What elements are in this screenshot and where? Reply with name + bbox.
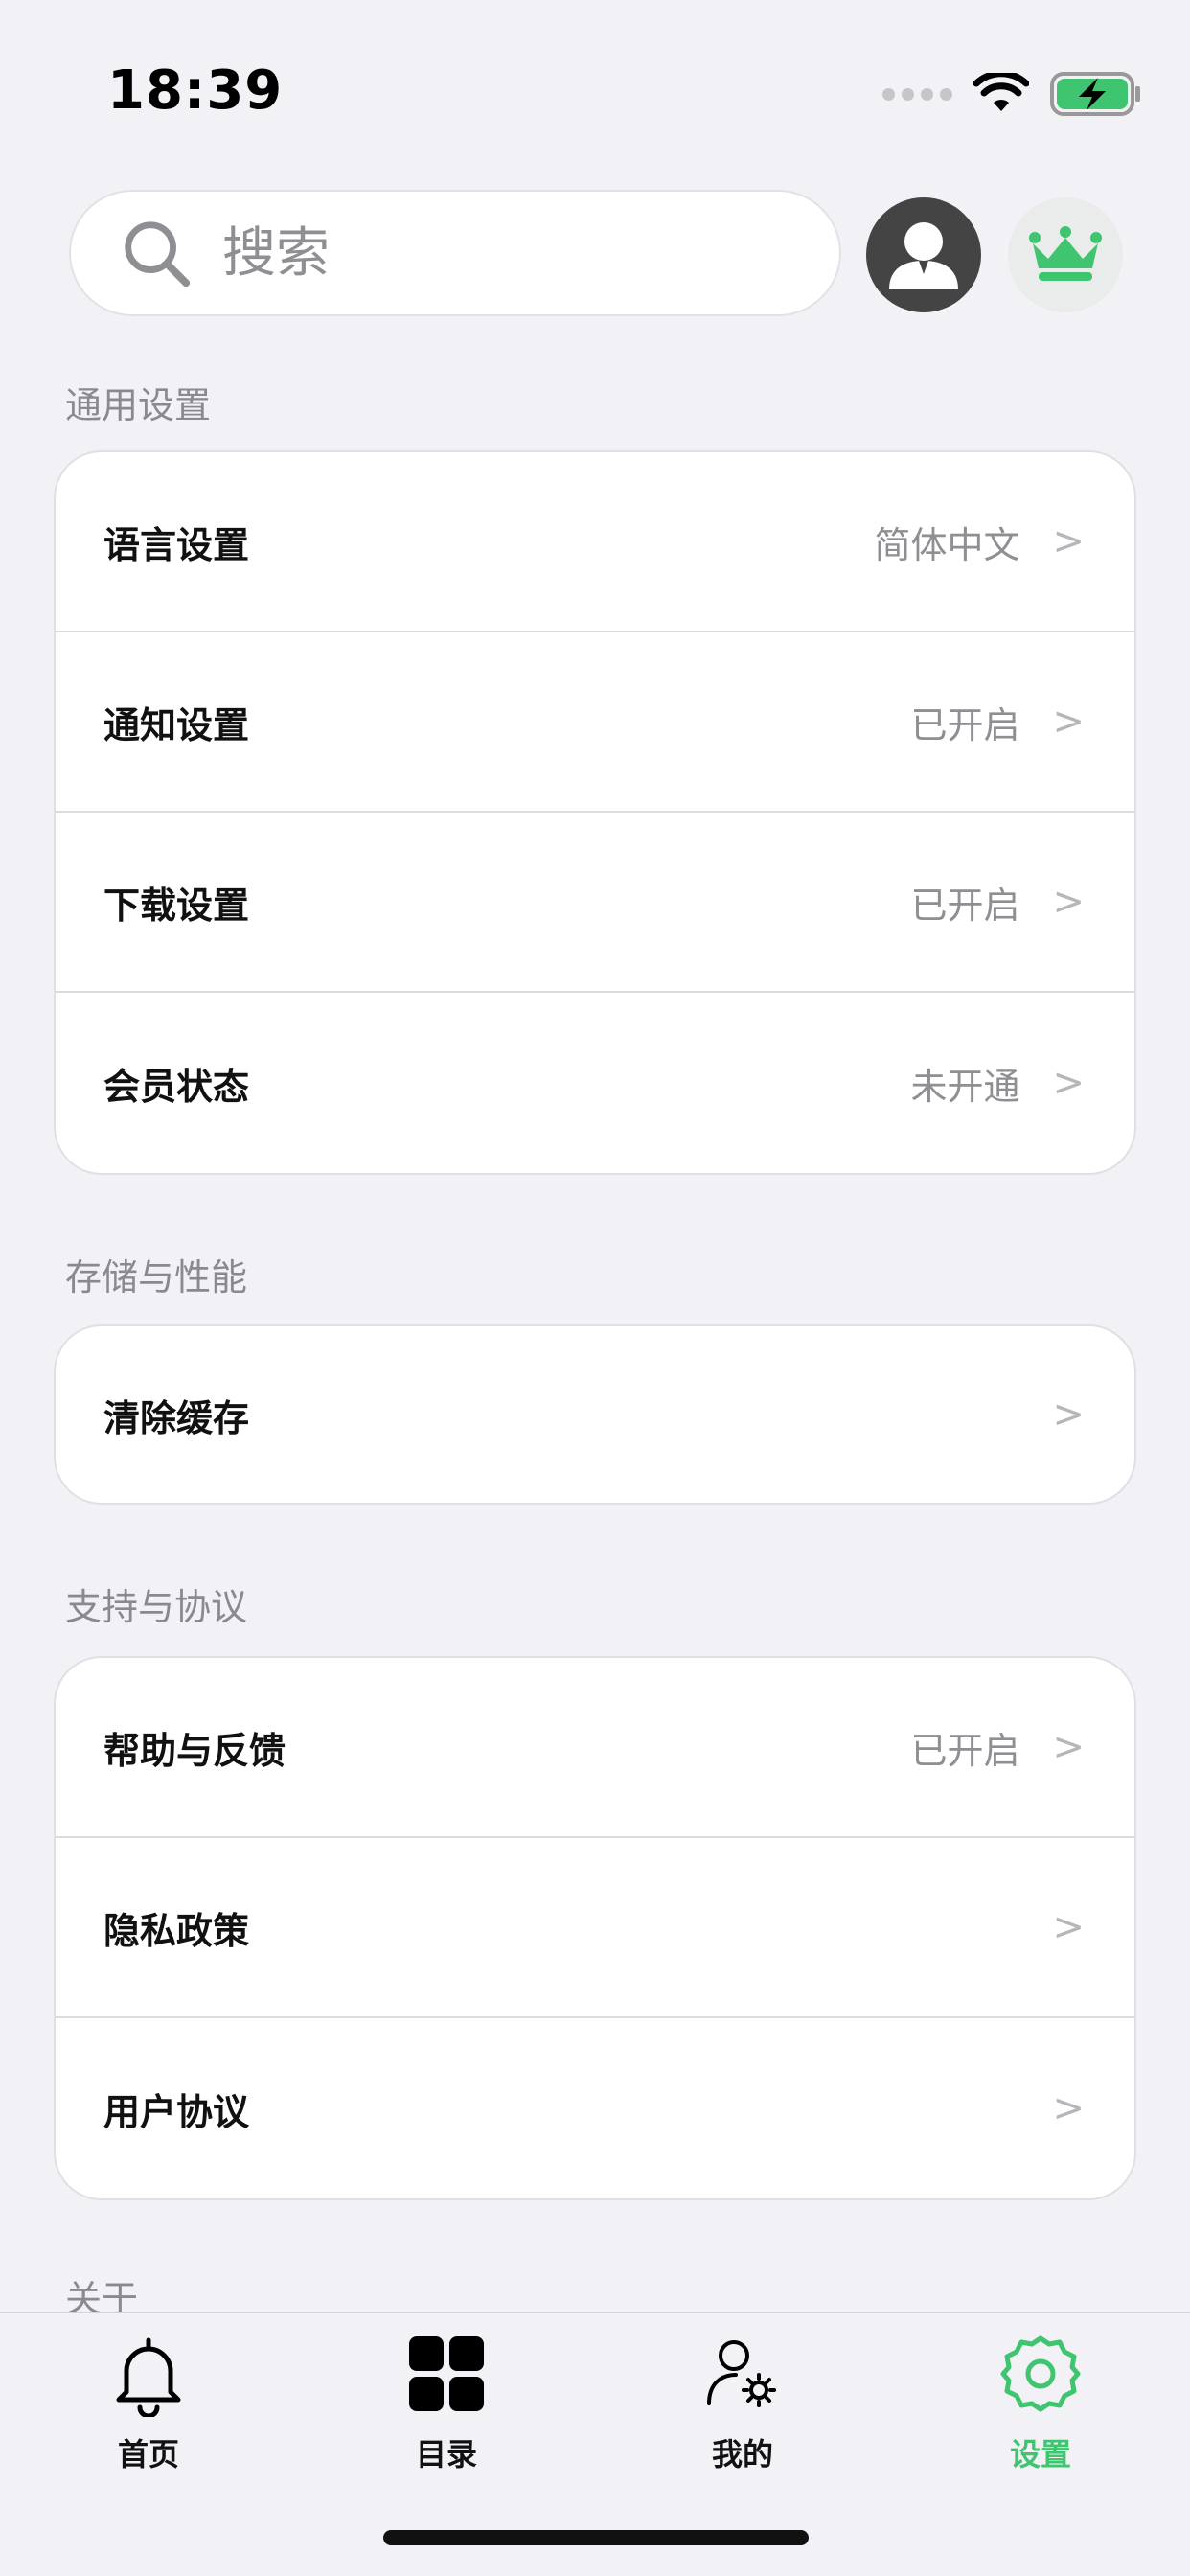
crown-icon bbox=[1029, 226, 1102, 281]
setting-label: 下载设置 bbox=[103, 884, 250, 927]
setting-value: 已开启 bbox=[910, 1729, 1020, 1772]
setting-label: 清除缓存 bbox=[103, 1396, 250, 1439]
settings-card-storage: 清除缓存 > bbox=[54, 1324, 1136, 1505]
vip-crown-button[interactable] bbox=[1008, 197, 1123, 312]
tab-label: 目录 bbox=[415, 2436, 477, 2472]
section-title-support: 支持与协议 bbox=[65, 1586, 248, 1628]
tab-settings[interactable]: 设置 bbox=[935, 2331, 1146, 2503]
setting-row-help-feedback[interactable]: 帮助与反馈 已开启 > bbox=[56, 1658, 1134, 1838]
setting-value: 未开通 bbox=[910, 1065, 1020, 1108]
setting-row-notifications[interactable]: 通知设置 已开启 > bbox=[56, 632, 1134, 813]
setting-row-language[interactable]: 语言设置 简体中文 > bbox=[56, 452, 1134, 632]
bell-icon bbox=[116, 2337, 181, 2417]
chevron-right-icon: > bbox=[1052, 519, 1085, 564]
home-indicator[interactable] bbox=[383, 2530, 809, 2545]
chevron-right-icon: > bbox=[1052, 880, 1085, 924]
wifi-icon bbox=[973, 73, 1029, 111]
chevron-right-icon: > bbox=[1052, 2086, 1085, 2130]
user-avatar-icon bbox=[889, 222, 958, 289]
battery-charging-icon bbox=[1050, 72, 1140, 116]
search-bar[interactable] bbox=[69, 190, 841, 316]
cellular-signal-icon bbox=[882, 87, 952, 101]
chevron-right-icon: > bbox=[1052, 1905, 1085, 1949]
setting-row-membership[interactable]: 会员状态 未开通 > bbox=[56, 993, 1134, 1173]
avatar-button[interactable] bbox=[866, 197, 981, 312]
chevron-right-icon: > bbox=[1052, 1061, 1085, 1105]
settings-card-support: 帮助与反馈 已开启 > 隐私政策 > 用户协议 > bbox=[54, 1656, 1136, 2200]
status-icons bbox=[882, 67, 1142, 121]
tab-mine[interactable]: 我的 bbox=[637, 2331, 848, 2503]
tab-catalog[interactable]: 目录 bbox=[341, 2331, 552, 2503]
setting-label: 用户协议 bbox=[103, 2090, 250, 2133]
setting-label: 通知设置 bbox=[103, 703, 250, 747]
setting-label: 语言设置 bbox=[103, 523, 250, 566]
setting-value: 已开启 bbox=[910, 703, 1020, 747]
grid-icon bbox=[409, 2336, 484, 2411]
setting-label: 帮助与反馈 bbox=[103, 1729, 286, 1772]
setting-label: 隐私政策 bbox=[103, 1909, 250, 1952]
setting-row-privacy-policy[interactable]: 隐私政策 > bbox=[56, 1838, 1134, 2018]
section-title-storage: 存储与性能 bbox=[65, 1256, 248, 1299]
gear-icon bbox=[1000, 2335, 1081, 2412]
setting-row-user-agreement[interactable]: 用户协议 > bbox=[56, 2018, 1134, 2198]
setting-label: 会员状态 bbox=[103, 1065, 250, 1108]
setting-value: 已开启 bbox=[910, 884, 1020, 927]
tab-label: 设置 bbox=[1009, 2436, 1071, 2472]
search-input[interactable] bbox=[222, 221, 759, 285]
chevron-right-icon: > bbox=[1052, 1392, 1085, 1437]
setting-value: 简体中文 bbox=[874, 523, 1020, 566]
tab-home[interactable]: 首页 bbox=[43, 2331, 254, 2503]
chevron-right-icon: > bbox=[1052, 1725, 1085, 1769]
setting-row-clear-cache[interactable]: 清除缓存 > bbox=[56, 1326, 1134, 1503]
chevron-right-icon: > bbox=[1052, 700, 1085, 744]
settings-screen: 18:39 搜索 通用设置 语言设置 简体中文 > 通知设置 已开启 > 下载设… bbox=[0, 0, 1190, 2576]
user-settings-icon bbox=[707, 2340, 776, 2407]
tab-label: 首页 bbox=[117, 2436, 179, 2472]
status-time: 18:39 bbox=[107, 59, 284, 122]
search-icon bbox=[125, 221, 191, 288]
section-title-general: 通用设置 bbox=[65, 384, 212, 426]
setting-row-download[interactable]: 下载设置 已开启 > bbox=[56, 813, 1134, 993]
settings-card-general: 语言设置 简体中文 > 通知设置 已开启 > 下载设置 已开启 > 会员状态 未… bbox=[54, 450, 1136, 1175]
tab-label: 我的 bbox=[711, 2436, 773, 2472]
